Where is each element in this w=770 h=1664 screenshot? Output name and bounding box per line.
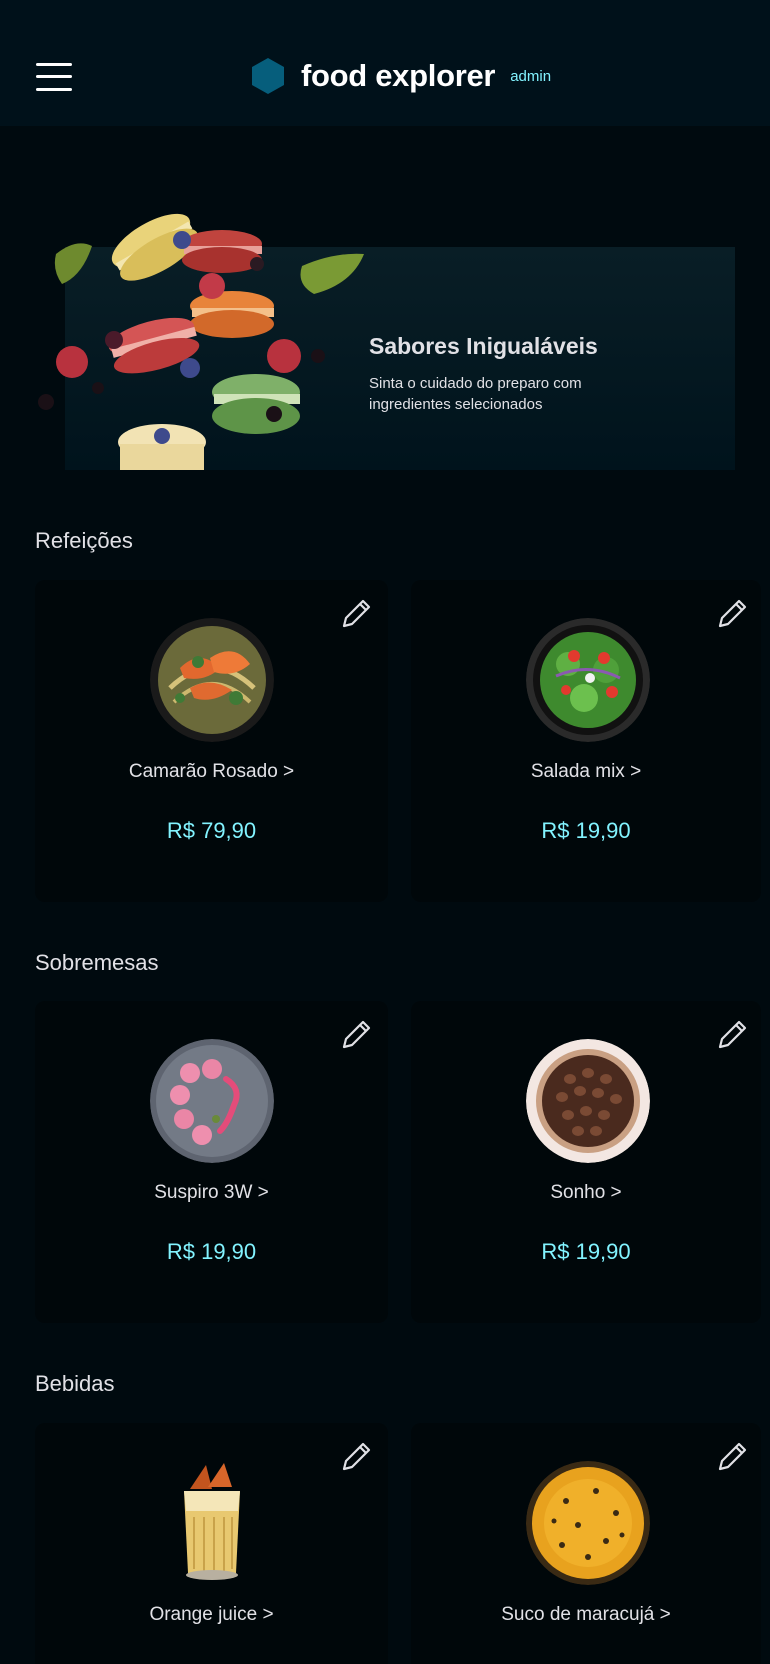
pencil-edit-icon[interactable] [338,596,374,632]
pencil-edit-icon[interactable] [714,1017,750,1053]
dish-name[interactable]: Camarão Rosado > [35,761,388,783]
top-header: food explorer admin [0,0,770,126]
macaron-plate-photo [150,1039,274,1163]
pencil-edit-icon[interactable] [338,1017,374,1053]
hexagon-logo-icon [252,58,284,94]
dish-card[interactable]: Suspiro 3W > R$ 19,90 [35,1001,388,1323]
dish-price: R$ 79,90 [166,818,257,843]
banner-title: Sabores Inigualáveis [369,333,598,359]
brand[interactable]: food explorer admin [251,56,551,96]
dish-name[interactable]: Salada mix > [411,761,761,783]
dish-card[interactable]: Camarão Rosado > R$ 79,90 [35,580,388,902]
dish-name[interactable]: Suspiro 3W > [35,1182,388,1204]
dish-card[interactable]: Suco de maracujá > [411,1423,761,1664]
passion-fruit-juice-photo [526,1461,650,1585]
dish-card[interactable]: Sonho > R$ 19,90 [411,1001,761,1323]
orange-juice-photo [184,1463,240,1580]
dish-price: R$ 19,90 [541,1239,631,1264]
section-title-refeicoes: Refeições [35,528,133,553]
dish-name[interactable]: Orange juice > [35,1604,388,1626]
dish-name[interactable]: Sonho > [411,1182,761,1204]
brand-name: food explorer [301,58,496,93]
dish-price: R$ 19,90 [166,1239,257,1264]
dish-card[interactable]: Orange juice > [35,1423,388,1664]
shrimp-pasta-photo [150,618,274,742]
pencil-edit-icon[interactable] [714,596,750,632]
hamburger-menu-icon[interactable] [36,60,72,94]
dish-price: R$ 19,90 [541,818,631,843]
chocolate-pie-photo [526,1039,650,1163]
salad-photo [526,618,650,742]
admin-badge: admin [510,67,552,85]
section-title-bebidas: Bebidas [35,1371,115,1396]
pencil-edit-icon[interactable] [338,1439,374,1475]
pencil-edit-icon[interactable] [714,1439,750,1475]
banner-subtitle: Sinta o cuidado do preparo com ingredien… [369,375,582,413]
dish-card[interactable]: Salada mix > R$ 19,90 [411,580,761,902]
dish-name[interactable]: Suco de maracujá > [411,1604,761,1626]
section-title-sobremesas: Sobremesas [35,950,159,975]
macarons-illustration [38,213,364,470]
